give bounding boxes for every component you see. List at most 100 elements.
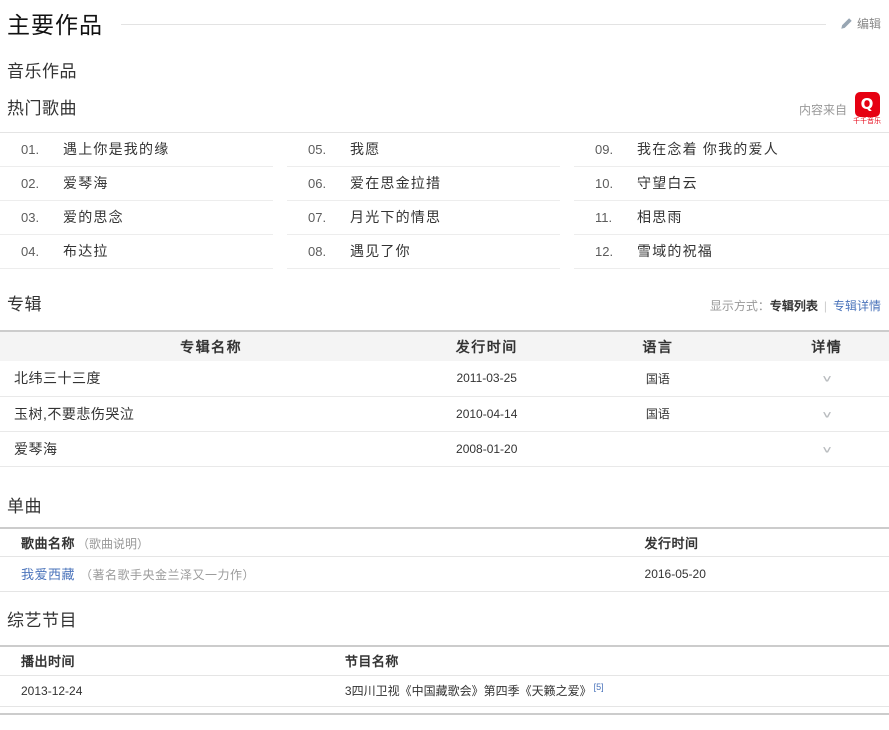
display-mode-label: 显示方式： bbox=[710, 299, 770, 313]
chevron-down-icon[interactable]: ∨ bbox=[821, 444, 833, 455]
hot-songs-list: 01.遇上你是我的缘 02.爱琴海 03.爱的思念 04.布达拉 05.我愿 0… bbox=[0, 132, 889, 269]
song-number: 04. bbox=[0, 244, 63, 259]
section-title-variety: 综艺节目 bbox=[0, 611, 889, 631]
single-name-link[interactable]: 我爱西藏 bbox=[21, 567, 75, 582]
album-name: 玉树,不要悲伤哭泣 bbox=[0, 396, 422, 431]
album-release-date: 2011-03-25 bbox=[422, 361, 551, 396]
song-number: 07. bbox=[287, 210, 350, 225]
album-detail-mode-link[interactable]: 专辑详情 bbox=[833, 299, 881, 313]
column-header-album-name: 专辑名称 bbox=[0, 331, 422, 361]
song-name-link[interactable]: 我愿 bbox=[350, 139, 380, 159]
song-item: 05.我愿 bbox=[287, 133, 560, 167]
album-release-date: 2010-04-14 bbox=[422, 396, 551, 431]
song-number: 12. bbox=[574, 244, 637, 259]
section-title-singles: 单曲 bbox=[0, 497, 889, 517]
variety-program-name: 3四川卫视《中国藏歌会》第四季《天籁之爱》 bbox=[345, 684, 592, 698]
song-name-link[interactable]: 守望白云 bbox=[637, 173, 698, 193]
column-header-detail: 详情 bbox=[765, 331, 889, 361]
content-source-label: 内容来自 bbox=[799, 101, 847, 118]
song-name-link[interactable]: 爱在思金拉措 bbox=[350, 173, 441, 193]
single-row: 我爱西藏 （著名歌手央金兰泽又一力作） 2016-05-20 bbox=[0, 556, 889, 591]
page-title: 主要作品 bbox=[7, 6, 103, 40]
pencil-icon bbox=[840, 17, 853, 30]
song-item: 01.遇上你是我的缘 bbox=[0, 133, 273, 167]
song-item: 12.雪域的祝福 bbox=[574, 235, 889, 269]
album-row: 玉树,不要悲伤哭泣 2010-04-14 国语 ∨ bbox=[0, 396, 889, 431]
song-name-link[interactable]: 相思雨 bbox=[637, 207, 683, 227]
column-header-release-date: 发行时间 bbox=[422, 331, 551, 361]
column-header-program-name: 节目名称 bbox=[345, 646, 889, 675]
section-title-hot-songs: 热门歌曲 bbox=[0, 99, 889, 119]
qianqian-music-logo[interactable]: Q 千千音乐 bbox=[853, 92, 881, 126]
song-number: 08. bbox=[287, 244, 350, 259]
song-number: 05. bbox=[287, 142, 350, 157]
variety-table-header-row: 播出时间 节目名称 bbox=[0, 646, 889, 675]
song-number: 11. bbox=[574, 210, 637, 225]
song-item: 10.守望白云 bbox=[574, 167, 889, 201]
section-divider bbox=[0, 713, 889, 715]
section-title-music-works: 音乐作品 bbox=[0, 62, 889, 82]
song-number: 06. bbox=[287, 176, 350, 191]
song-item: 11.相思雨 bbox=[574, 201, 889, 235]
variety-table: 播出时间 节目名称 2013-12-24 3四川卫视《中国藏歌会》第四季《天籁之… bbox=[0, 645, 889, 707]
chevron-down-icon[interactable]: ∨ bbox=[821, 409, 833, 420]
reference-link[interactable]: [5] bbox=[594, 682, 604, 692]
variety-air-date: 2013-12-24 bbox=[0, 675, 345, 706]
edit-button[interactable]: 编辑 bbox=[840, 15, 881, 32]
song-item: 08.遇见了你 bbox=[287, 235, 560, 269]
song-item: 09.我在念着 你我的爱人 bbox=[574, 133, 889, 167]
song-name-link[interactable]: 爱琴海 bbox=[63, 173, 109, 193]
song-item: 02.爱琴海 bbox=[0, 167, 273, 201]
albums-header: 专辑 显示方式：专辑列表 | 专辑详情 bbox=[0, 295, 889, 315]
song-item: 03.爱的思念 bbox=[0, 201, 273, 235]
qianqian-logo-icon: Q bbox=[855, 92, 880, 117]
albums-table-header-row: 专辑名称 发行时间 语言 详情 bbox=[0, 331, 889, 361]
albums-table: 专辑名称 发行时间 语言 详情 北纬三十三度 2011-03-25 国语 ∨ 玉… bbox=[0, 330, 889, 467]
song-name-link[interactable]: 遇上你是我的缘 bbox=[63, 139, 169, 159]
single-release-date: 2016-05-20 bbox=[645, 556, 889, 591]
album-language: 国语 bbox=[551, 396, 764, 431]
song-item: 06.爱在思金拉措 bbox=[287, 167, 560, 201]
song-number: 01. bbox=[0, 142, 63, 157]
album-name: 北纬三十三度 bbox=[0, 361, 422, 396]
song-name-link[interactable]: 月光下的情思 bbox=[350, 207, 441, 227]
section-header: 主要作品 编辑 bbox=[0, 8, 889, 38]
qianqian-logo-caption: 千千音乐 bbox=[853, 117, 881, 126]
column-header-language: 语言 bbox=[551, 331, 764, 361]
album-release-date: 2008-01-20 bbox=[422, 431, 551, 466]
column-header-song-name: 歌曲名称（歌曲说明） bbox=[0, 528, 645, 556]
content-source: 内容来自 Q 千千音乐 bbox=[799, 92, 881, 126]
song-name-link[interactable]: 布达拉 bbox=[63, 241, 109, 261]
song-number: 10. bbox=[574, 176, 637, 191]
section-title-albums: 专辑 bbox=[0, 295, 42, 315]
column-header-air-date: 播出时间 bbox=[0, 646, 345, 675]
song-name-link[interactable]: 遇见了你 bbox=[350, 241, 411, 261]
song-item: 04.布达拉 bbox=[0, 235, 273, 269]
song-number: 03. bbox=[0, 210, 63, 225]
major-works-section: 主要作品 编辑 音乐作品 热门歌曲 内容来自 Q 千千音乐 01.遇上你是我的缘… bbox=[0, 8, 889, 730]
album-list-mode-button[interactable]: 专辑列表 bbox=[770, 299, 818, 313]
song-item: 07.月光下的情思 bbox=[287, 201, 560, 235]
column-header-song-note: （歌曲说明） bbox=[77, 537, 149, 551]
display-mode-switcher: 显示方式：专辑列表 | 专辑详情 bbox=[710, 297, 881, 314]
column-header-release-date: 发行时间 bbox=[645, 528, 889, 556]
chevron-down-icon[interactable]: ∨ bbox=[821, 373, 833, 384]
edit-label: 编辑 bbox=[857, 15, 881, 32]
song-number: 09. bbox=[574, 142, 637, 157]
title-divider bbox=[121, 24, 826, 25]
album-name: 爱琴海 bbox=[0, 431, 422, 466]
hot-songs-header: 热门歌曲 内容来自 Q 千千音乐 bbox=[0, 99, 889, 120]
song-name-link[interactable]: 爱的思念 bbox=[63, 207, 124, 227]
album-language bbox=[551, 431, 764, 466]
variety-row: 2013-12-24 3四川卫视《中国藏歌会》第四季《天籁之爱》[5] bbox=[0, 675, 889, 706]
song-number: 02. bbox=[0, 176, 63, 191]
singles-table-header-row: 歌曲名称（歌曲说明） 发行时间 bbox=[0, 528, 889, 556]
album-row: 北纬三十三度 2011-03-25 国语 ∨ bbox=[0, 361, 889, 396]
song-name-link[interactable]: 雪域的祝福 bbox=[637, 241, 713, 261]
singles-table: 歌曲名称（歌曲说明） 发行时间 我爱西藏 （著名歌手央金兰泽又一力作） 2016-… bbox=[0, 527, 889, 592]
album-language: 国语 bbox=[551, 361, 764, 396]
album-row: 爱琴海 2008-01-20 ∨ bbox=[0, 431, 889, 466]
single-note: （著名歌手央金兰泽又一力作） bbox=[80, 568, 255, 582]
display-mode-separator: | bbox=[824, 299, 827, 313]
song-name-link[interactable]: 我在念着 你我的爱人 bbox=[637, 139, 779, 159]
